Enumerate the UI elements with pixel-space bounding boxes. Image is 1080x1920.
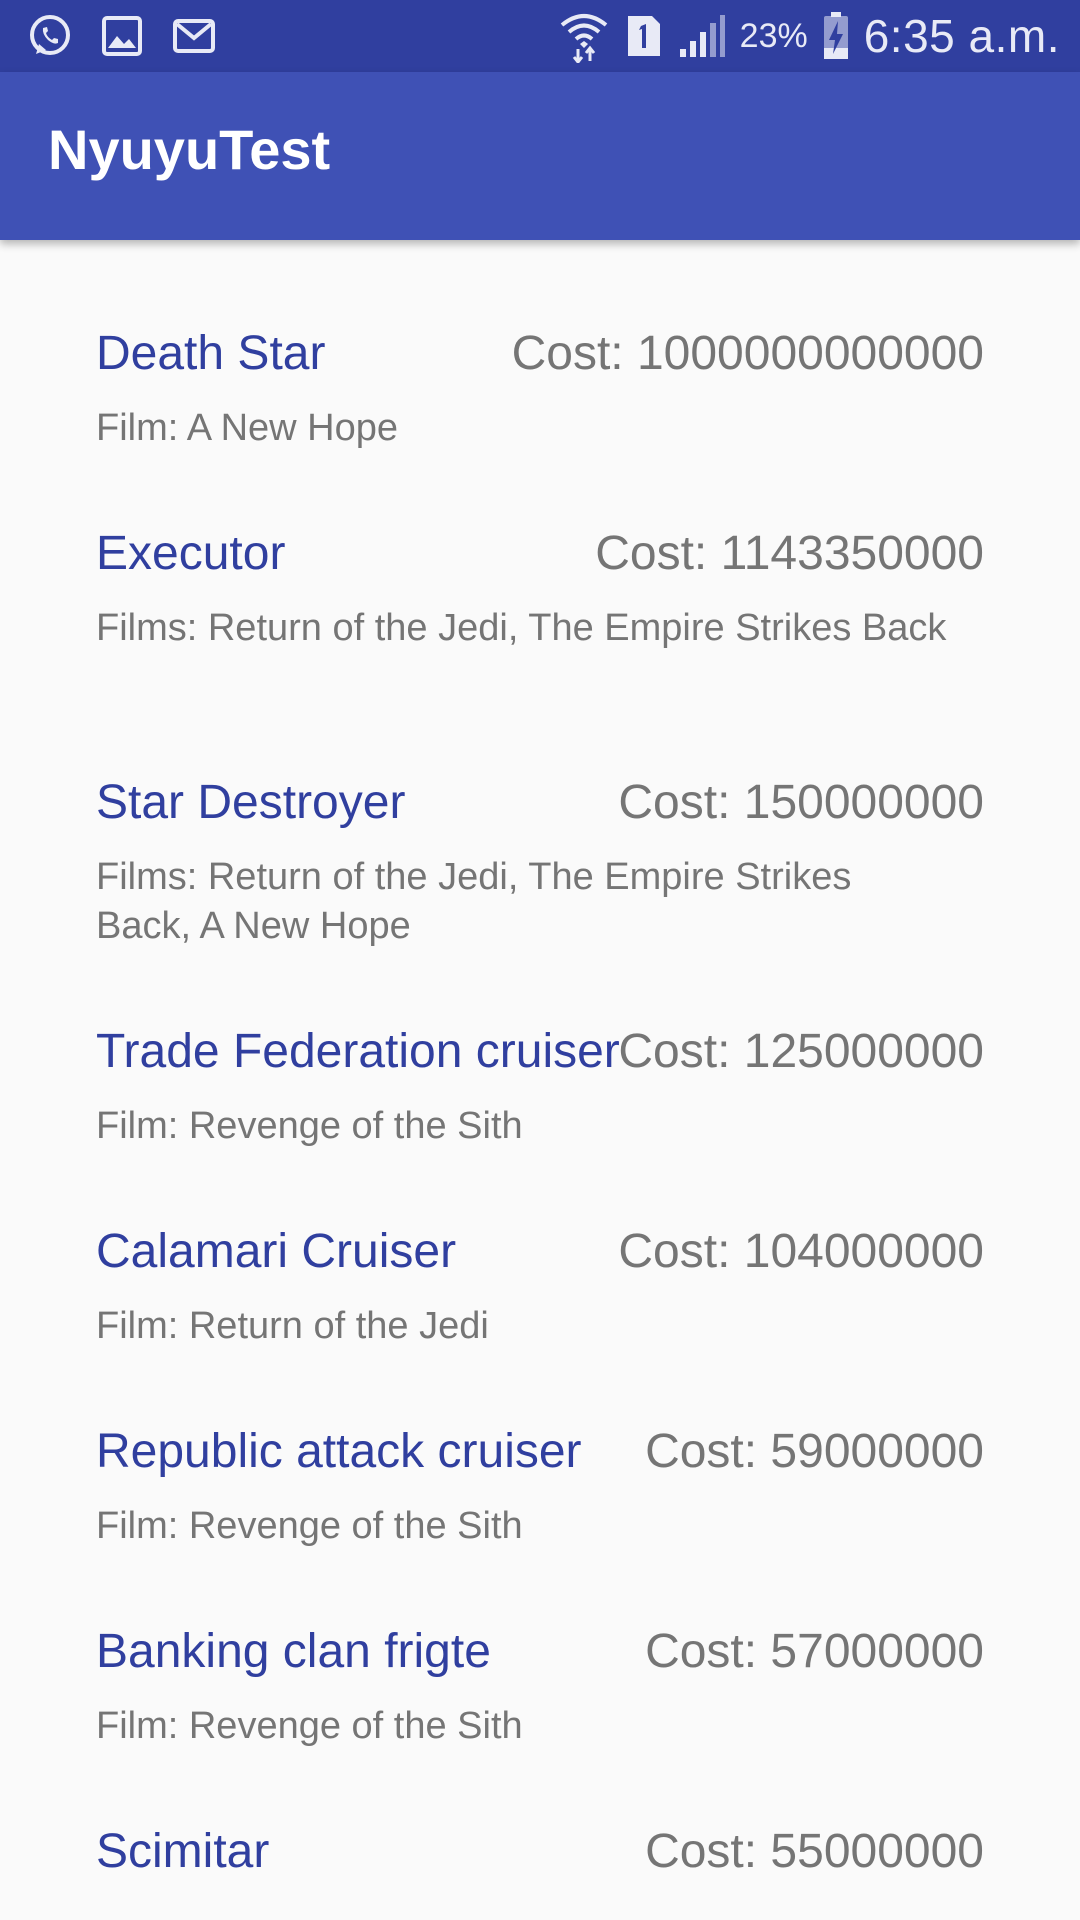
- starship-name: Scimitar: [96, 1825, 270, 1878]
- starship-name: Star Destroyer: [96, 776, 406, 829]
- starship-cost: Cost: 55000000: [645, 1825, 984, 1878]
- battery-charging-icon: [823, 12, 848, 59]
- starship-cost: Cost: 1000000000000: [511, 327, 984, 380]
- starship-films: Film: Return of the Jedi: [96, 1305, 489, 1347]
- clock: 6:35 a.m.: [863, 10, 1060, 62]
- battery-percent: 23%: [739, 16, 808, 55]
- starship-name: Death Star: [96, 327, 326, 380]
- system-status: 23% 6:35 a.m.: [558, 6, 1060, 66]
- starship-cost: Cost: 104000000: [618, 1225, 984, 1278]
- starship-films: Film: A New Hope: [96, 407, 398, 449]
- starship-films: Film: Revenge of the Sith: [96, 1105, 523, 1147]
- starship-name: Executor: [96, 527, 286, 580]
- whatsapp-icon: [30, 15, 70, 55]
- app-bar: NyuyuTest: [0, 72, 1080, 240]
- wifi-icon: [560, 14, 607, 63]
- starship-list[interactable]: Death Star Cost: 1000000000000 Film: A N…: [0, 240, 1080, 1920]
- starship-name: Republic attack cruiser: [96, 1425, 582, 1478]
- starship-cost: Cost: 59000000: [645, 1425, 984, 1478]
- signal-icon: [679, 15, 725, 57]
- gallery-icon: [102, 16, 142, 56]
- starship-films: Films: Return of the Jedi, The Empire St…: [96, 607, 947, 649]
- starship-cost: Cost: 150000000: [618, 776, 984, 829]
- starship-films: Film: Revenge of the Sith: [96, 1505, 523, 1547]
- starship-name: Calamari Cruiser: [96, 1225, 457, 1278]
- starship-cost: Cost: 125000000: [618, 1025, 984, 1078]
- starship-cost: Cost: 1143350000: [595, 527, 984, 580]
- starship-name: Banking clan frigte: [96, 1625, 491, 1678]
- app-title: NyuyuTest: [48, 118, 331, 181]
- gmail-icon: [173, 19, 215, 53]
- sim-1-icon: [627, 16, 660, 56]
- starship-films: Film: Revenge of the Sith: [96, 1705, 523, 1747]
- status-bar: 23% 6:35 a.m.: [0, 0, 1080, 72]
- notification-icons: [26, 12, 218, 60]
- starship-cost: Cost: 57000000: [645, 1625, 984, 1678]
- starship-name: Trade Federation cruiser: [96, 1025, 620, 1078]
- starship-films: Films: Return of the Jedi, The Empire St…: [96, 856, 852, 947]
